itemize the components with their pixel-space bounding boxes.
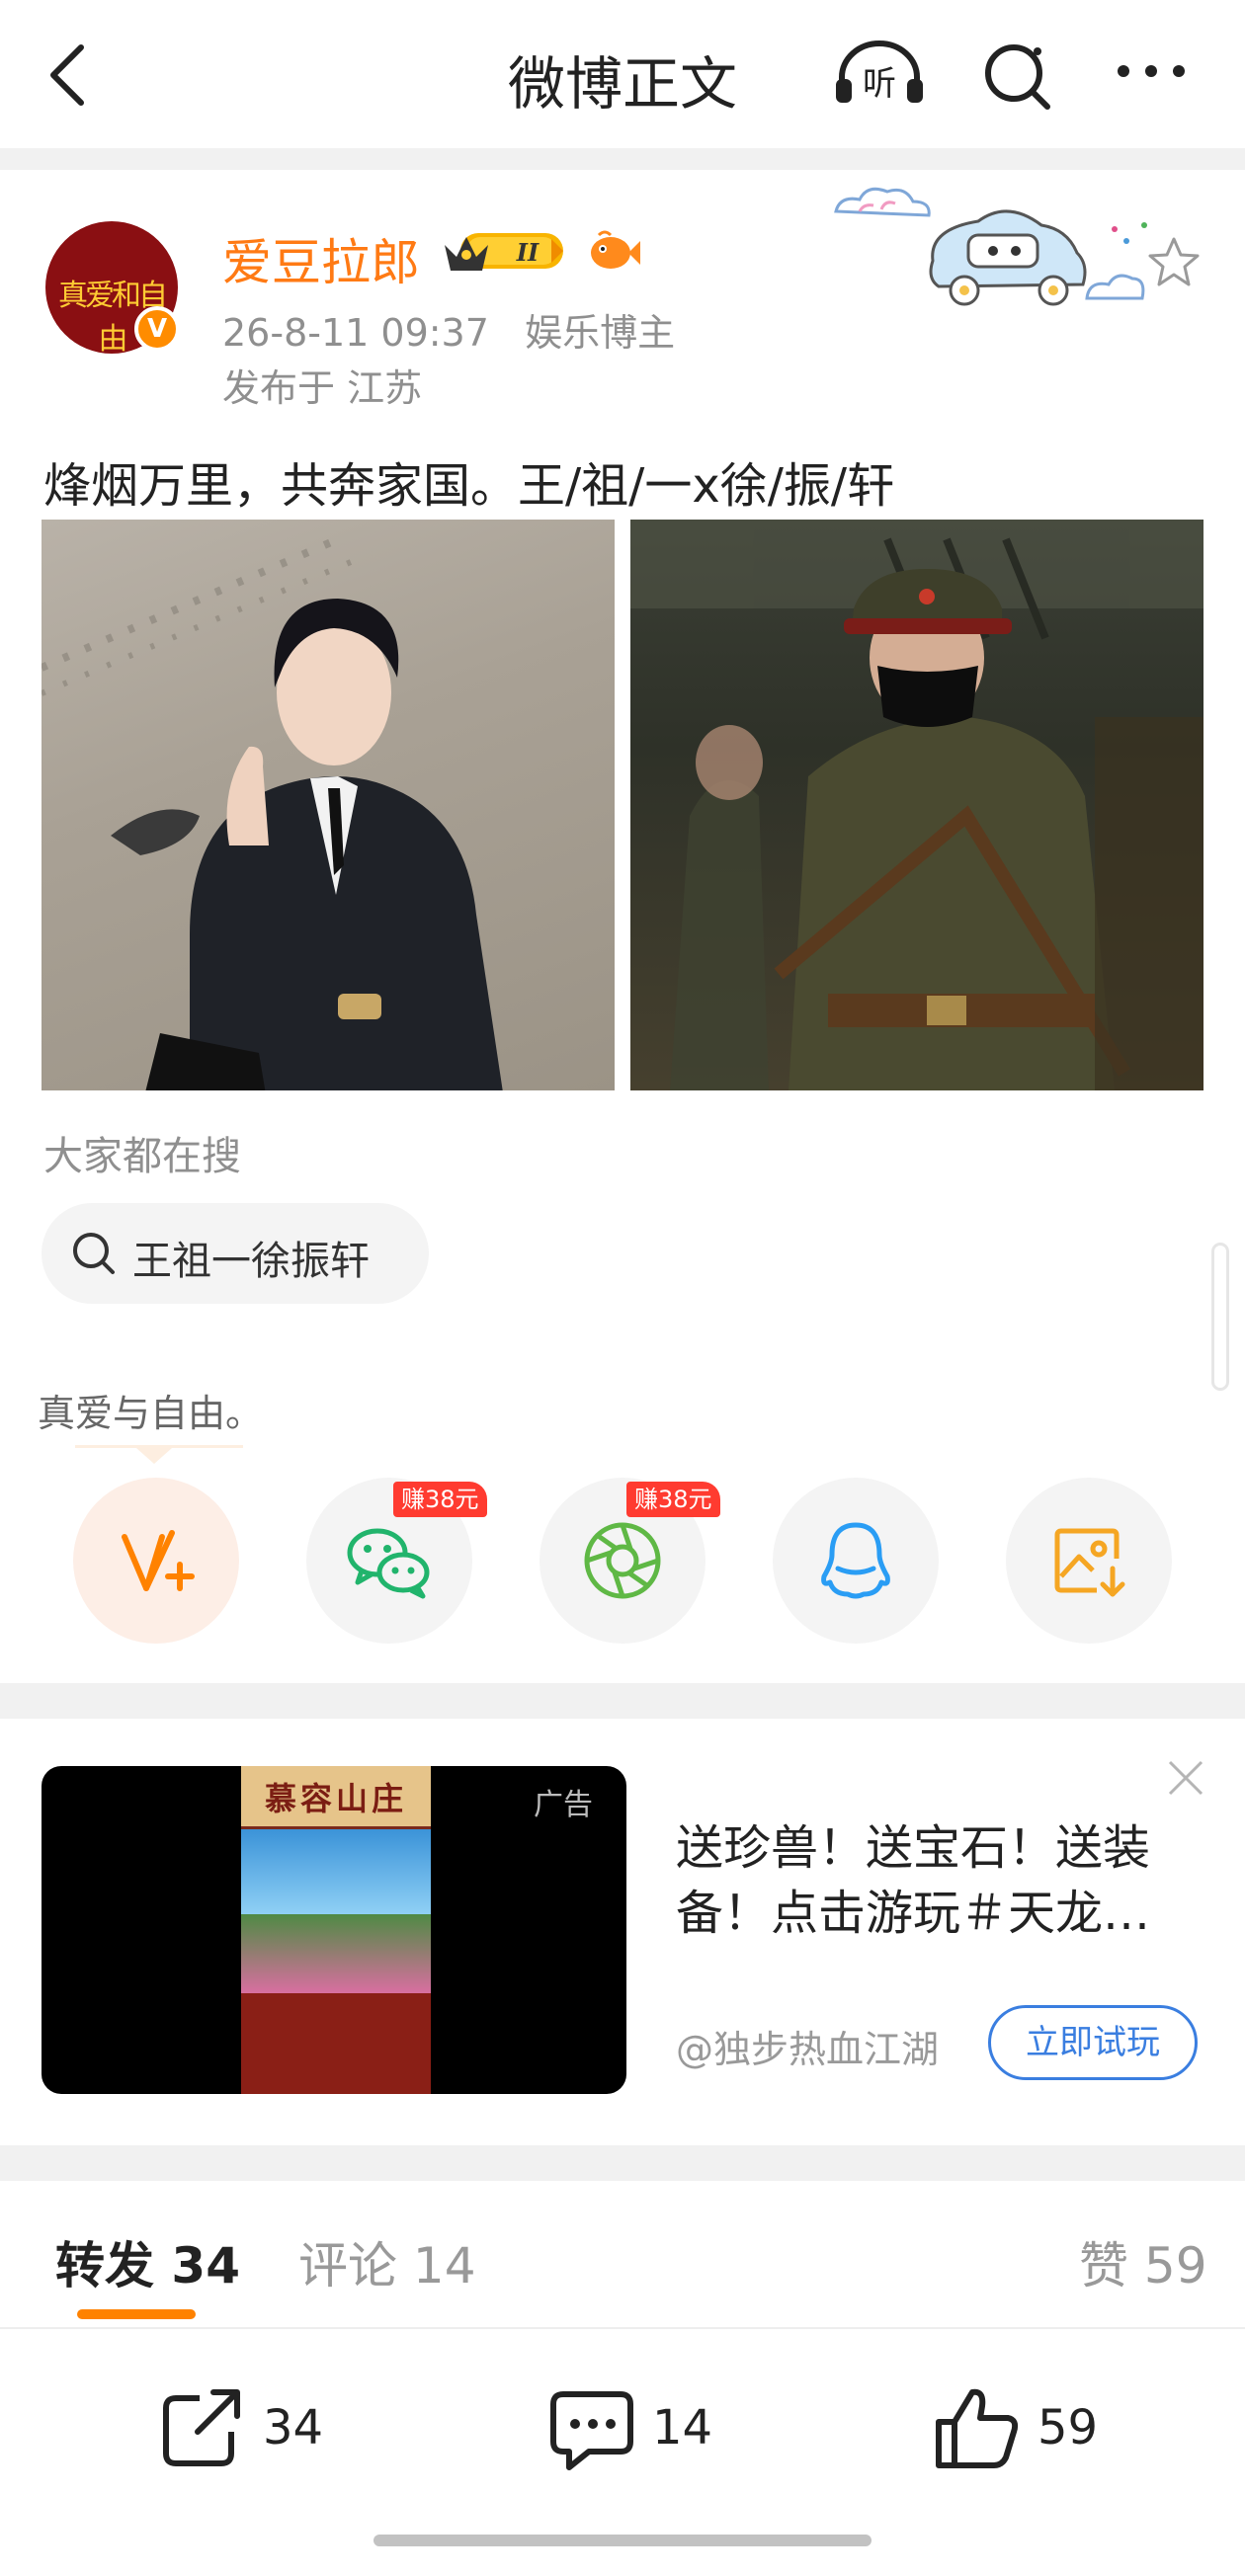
ad-play-now-button[interactable]: 立即试玩	[988, 2005, 1198, 2080]
more-button[interactable]	[1112, 49, 1191, 99]
thumbs-up-icon	[936, 2388, 1019, 2468]
tab-likes[interactable]: 赞 59	[1079, 2226, 1207, 2297]
post-photo-2[interactable]	[630, 520, 1204, 1090]
tab-comments[interactable]: 评论 14	[298, 2226, 476, 2297]
ad-poster-panel	[241, 1993, 431, 2094]
ad-source[interactable]: @独步热血江湖	[676, 2019, 939, 2073]
ad-image[interactable]: 慕容山庄 广告	[42, 1766, 626, 2094]
page-title: 微博正文	[507, 50, 737, 118]
reward-badge: 赚38元	[626, 1482, 720, 1517]
post-location: 发布于 江苏	[222, 366, 423, 410]
post-meta: 26-8-11 09:37 娱乐博主	[222, 311, 676, 355]
ad-poster-title: 慕容山庄	[264, 1780, 407, 1817]
divider	[0, 2145, 1245, 2181]
ad-label: 广告	[534, 1788, 593, 1822]
star-icon	[1148, 237, 1200, 286]
photo-2-illustration	[630, 520, 1204, 1090]
author-name[interactable]: 爱豆拉郎	[222, 223, 420, 294]
divider	[0, 148, 1245, 170]
comment-button[interactable]: 14	[543, 2380, 741, 2479]
hot-search-chip[interactable]: 王祖一徐振轩	[42, 1203, 429, 1304]
reward-badge: 赚38元	[393, 1482, 487, 1517]
weibo-repost-icon	[122, 1530, 195, 1591]
photo-1-illustration	[42, 535, 503, 1090]
post-photo-1[interactable]	[42, 520, 615, 1090]
ad-headline[interactable]: 送珍兽！送宝石！送装备！点击游玩＃天龙…	[676, 1815, 1200, 1946]
search-button[interactable]	[978, 40, 1057, 111]
wechat-icon	[347, 1528, 430, 1599]
comment-icon	[550, 2391, 633, 2470]
svg-text:II: II	[516, 238, 540, 267]
home-indicator[interactable]	[374, 2535, 872, 2546]
like-button[interactable]: 59	[929, 2380, 1126, 2479]
repost-button[interactable]: 34	[154, 2380, 352, 2479]
hot-search-label: 大家都在搜	[43, 1134, 241, 1179]
favorite-star-button[interactable]	[1146, 235, 1202, 290]
hot-search-query: 王祖一徐振轩	[132, 1239, 370, 1284]
fish-badge-icon	[585, 227, 640, 277]
ad-close-button[interactable]	[1166, 1758, 1205, 1798]
active-tab-indicator	[77, 2309, 196, 2319]
ad-poster-sky	[241, 1829, 431, 1914]
tooltip-arrow-icon	[136, 1448, 172, 1464]
divider	[0, 1683, 1245, 1719]
save-image-button[interactable]	[1006, 1478, 1172, 1644]
verified-badge-icon: V	[134, 306, 180, 352]
search-icon	[73, 1233, 115, 1274]
close-icon	[1168, 1760, 1204, 1796]
like-count: 59	[1038, 2400, 1099, 2455]
svg-text:听: 听	[863, 64, 896, 104]
share-to-qq-button[interactable]	[773, 1478, 939, 1644]
moments-icon	[584, 1522, 661, 1599]
vip-crown-badge-icon[interactable]: II	[441, 225, 569, 277]
tab-reposts[interactable]: 转发 34	[55, 2226, 240, 2297]
listen-button[interactable]: 听	[830, 38, 929, 109]
qq-icon	[821, 1522, 890, 1599]
save-image-icon	[1054, 1528, 1125, 1597]
search-icon	[985, 44, 1050, 110]
post-content: 烽烟万里，共奔家国。王/祖/一x徐/振/轩	[43, 458, 895, 514]
share-tooltip: 真爱与自由。	[34, 1383, 268, 1437]
share-to-weibo-button[interactable]	[73, 1478, 239, 1644]
comment-count: 14	[652, 2400, 713, 2455]
repost-icon	[163, 2389, 240, 2466]
more-icon	[1118, 65, 1185, 77]
ad-poster: 慕容山庄	[241, 1766, 431, 2094]
repost-count: 34	[263, 2400, 324, 2455]
scrollbar[interactable]	[1211, 1243, 1229, 1391]
ad-poster-scene	[241, 1914, 431, 1993]
listen-icon: 听	[836, 40, 923, 104]
